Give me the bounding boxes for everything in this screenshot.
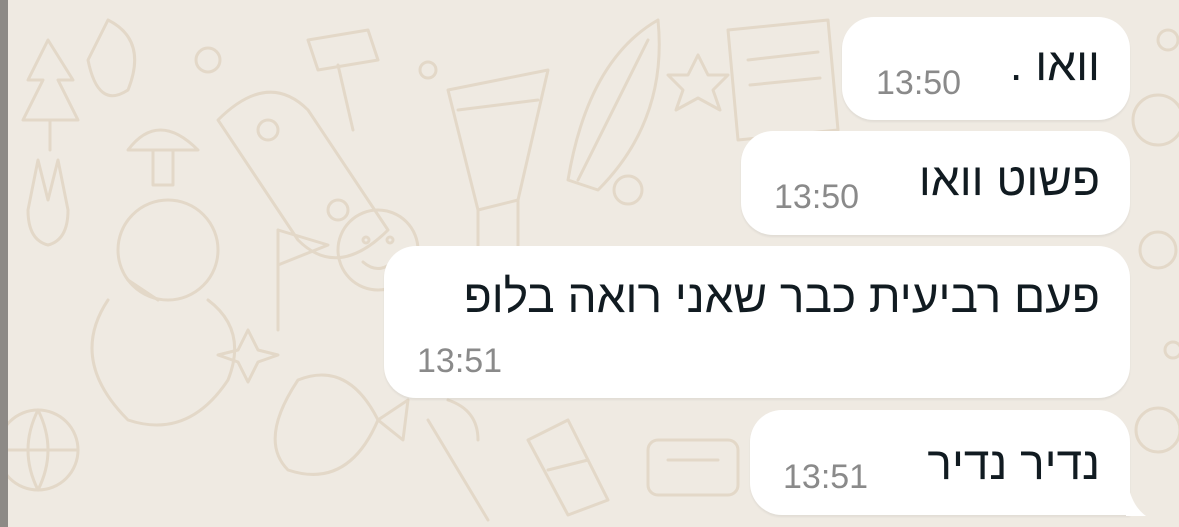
- message-timestamp: 13:50: [774, 178, 860, 216]
- snowboard-doodle-icon: [216, 90, 390, 260]
- translate-doodle-icon: [526, 418, 610, 517]
- feather-doodle-icon: [86, 18, 137, 98]
- drum-doodle-icon: [446, 68, 550, 252]
- bubble-tail-icon: [1126, 484, 1146, 516]
- clock-doodle-icon: [646, 438, 740, 497]
- message-bubble[interactable]: פשוט וואו 13:50: [741, 131, 1130, 235]
- message-timestamp: 13:50: [876, 64, 962, 102]
- mushroom-doodle-icon: [126, 128, 200, 187]
- leaf-doodle-icon: [566, 18, 661, 192]
- bamboo-doodle-icon: [426, 398, 490, 522]
- notes-doodle-icon: [726, 18, 840, 142]
- astronaut-doodle-icon: [90, 198, 237, 427]
- message-bubble[interactable]: נדיר נדיר 13:51: [750, 410, 1130, 515]
- tree-doodle-icon: [21, 38, 80, 152]
- message-text: נדיר נדיר: [927, 437, 1100, 489]
- hammer-doodle-icon: [306, 28, 380, 132]
- message-text: וואו .: [1009, 38, 1100, 90]
- whale-doodle-icon: [273, 373, 410, 476]
- message-text: פשוט וואו: [918, 153, 1100, 205]
- sparkle-doodle-icon: [216, 328, 280, 384]
- star-doodle-icon: [666, 53, 730, 112]
- window-edge: [0, 0, 8, 527]
- message-timestamp: 13:51: [417, 342, 503, 380]
- ring-doodle-icon: [1131, 93, 1179, 454]
- message-timestamp: 13:51: [783, 458, 869, 496]
- message-text: פעם רביעית כבר שאני רואה בלופ: [463, 270, 1100, 322]
- message-bubble[interactable]: פעם רביעית כבר שאני רואה בלופ 13:51: [384, 246, 1130, 398]
- peace-hand-doodle-icon: [26, 158, 70, 247]
- globe-doodle-icon: [0, 408, 80, 492]
- message-bubble[interactable]: וואו . 13:50: [842, 17, 1130, 120]
